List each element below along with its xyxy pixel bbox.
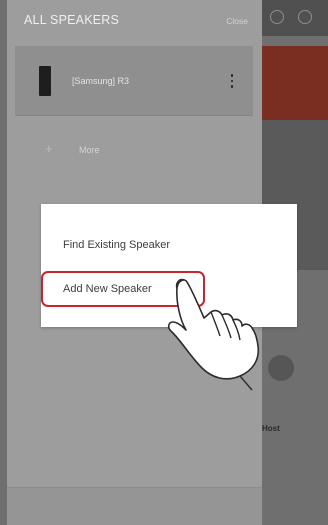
background-album-art: [262, 46, 328, 120]
speaker-name: [Samsung] R3: [72, 76, 130, 86]
background-label: Host: [262, 424, 280, 433]
find-existing-speaker-option[interactable]: Find Existing Speaker: [41, 230, 297, 260]
panel-header: ALL SPEAKERS Close: [7, 0, 262, 42]
plus-icon: +: [45, 141, 53, 156]
hand-pointer-icon: [167, 278, 260, 391]
more-button[interactable]: + More: [15, 140, 253, 168]
speaker-device-icon: [39, 66, 51, 96]
background-circle-button: [268, 355, 294, 381]
settings-icon: [298, 10, 312, 24]
speaker-item[interactable]: [Samsung] R3: [15, 46, 253, 116]
background-top-bar: [262, 0, 328, 36]
kebab-menu-icon[interactable]: [229, 74, 235, 90]
more-label: More: [79, 145, 100, 155]
close-button[interactable]: Close: [226, 16, 248, 26]
panel-title: ALL SPEAKERS: [24, 13, 120, 27]
panel-footer: [7, 487, 262, 525]
search-icon: [270, 10, 284, 24]
